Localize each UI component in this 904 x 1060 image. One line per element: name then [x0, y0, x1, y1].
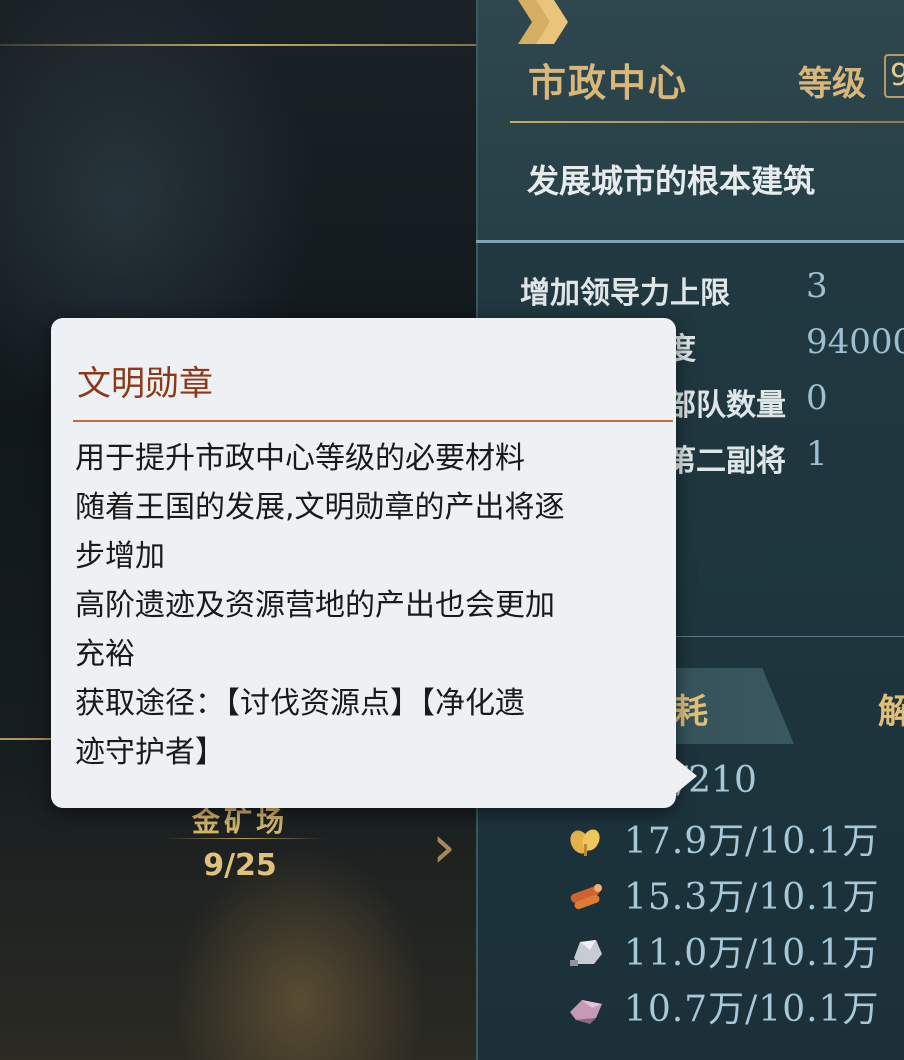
stat-value: 3 [806, 266, 828, 306]
building-name: 市政中心 [528, 61, 689, 105]
item-tooltip: 文明勋章 用于提升市政中心等级的必要材料 随着王国的发展,文明勋章的产出将逐 步… [51, 318, 697, 808]
tooltip-pointer [675, 758, 697, 794]
resource-ore-text: 10.7万/10.1万 [624, 989, 880, 1030]
tooltip-line: 迹守护者】 [75, 735, 225, 770]
wood-icon [570, 884, 602, 910]
tooltip-line: 步增加 [75, 539, 165, 574]
building-count: 9/25 [203, 848, 277, 883]
stat-label: 增加领导力上限 [520, 276, 730, 311]
tab-unlock-label[interactable]: 解 [878, 684, 904, 733]
ore-icon [570, 1000, 602, 1024]
tooltip-line: 获取途径：【讨伐资源点】【净化遗 [75, 686, 525, 721]
tooltip-line: 用于提升市政中心等级的必要材料 [75, 441, 525, 476]
resource-stone-text: 11.0万/10.1万 [624, 933, 880, 974]
resource-wood-text: 15.3万/10.1万 [624, 877, 880, 918]
level-label: 等级 [798, 64, 866, 104]
tooltip-line: 随着王国的发展,文明勋章的产出将逐 [75, 490, 565, 525]
scene-divider-top [0, 44, 476, 46]
tooltip-title: 文明勋章 [77, 364, 213, 404]
resource-wheat-text: 17.9万/10.1万 [624, 821, 880, 862]
header-divider [510, 121, 904, 123]
stat-label: 第二副将 [666, 444, 786, 479]
building-description: 发展城市的根本建筑 [527, 162, 816, 200]
stat-label: 部队数量 [666, 388, 786, 423]
tooltip-body: 用于提升市政中心等级的必要材料 随着王国的发展,文明勋章的产出将逐 步增加 高阶… [75, 434, 665, 777]
stat-value: 1 [806, 434, 828, 474]
next-arrow-icon[interactable]: › [432, 812, 472, 882]
tooltip-divider [73, 420, 673, 422]
building-label-separator [165, 838, 325, 839]
level-value: 9 [884, 54, 904, 98]
stat-value: 94000 [806, 322, 904, 362]
tooltip-line: 高阶遗迹及资源营地的产出也会更加 [75, 588, 555, 623]
wheat-icon [570, 829, 600, 856]
chevron-emblem-icon [518, 0, 568, 44]
tooltip-line: 充裕 [75, 637, 135, 672]
section-divider [476, 240, 904, 243]
stone-icon [570, 940, 602, 966]
stat-value: 0 [806, 378, 828, 418]
